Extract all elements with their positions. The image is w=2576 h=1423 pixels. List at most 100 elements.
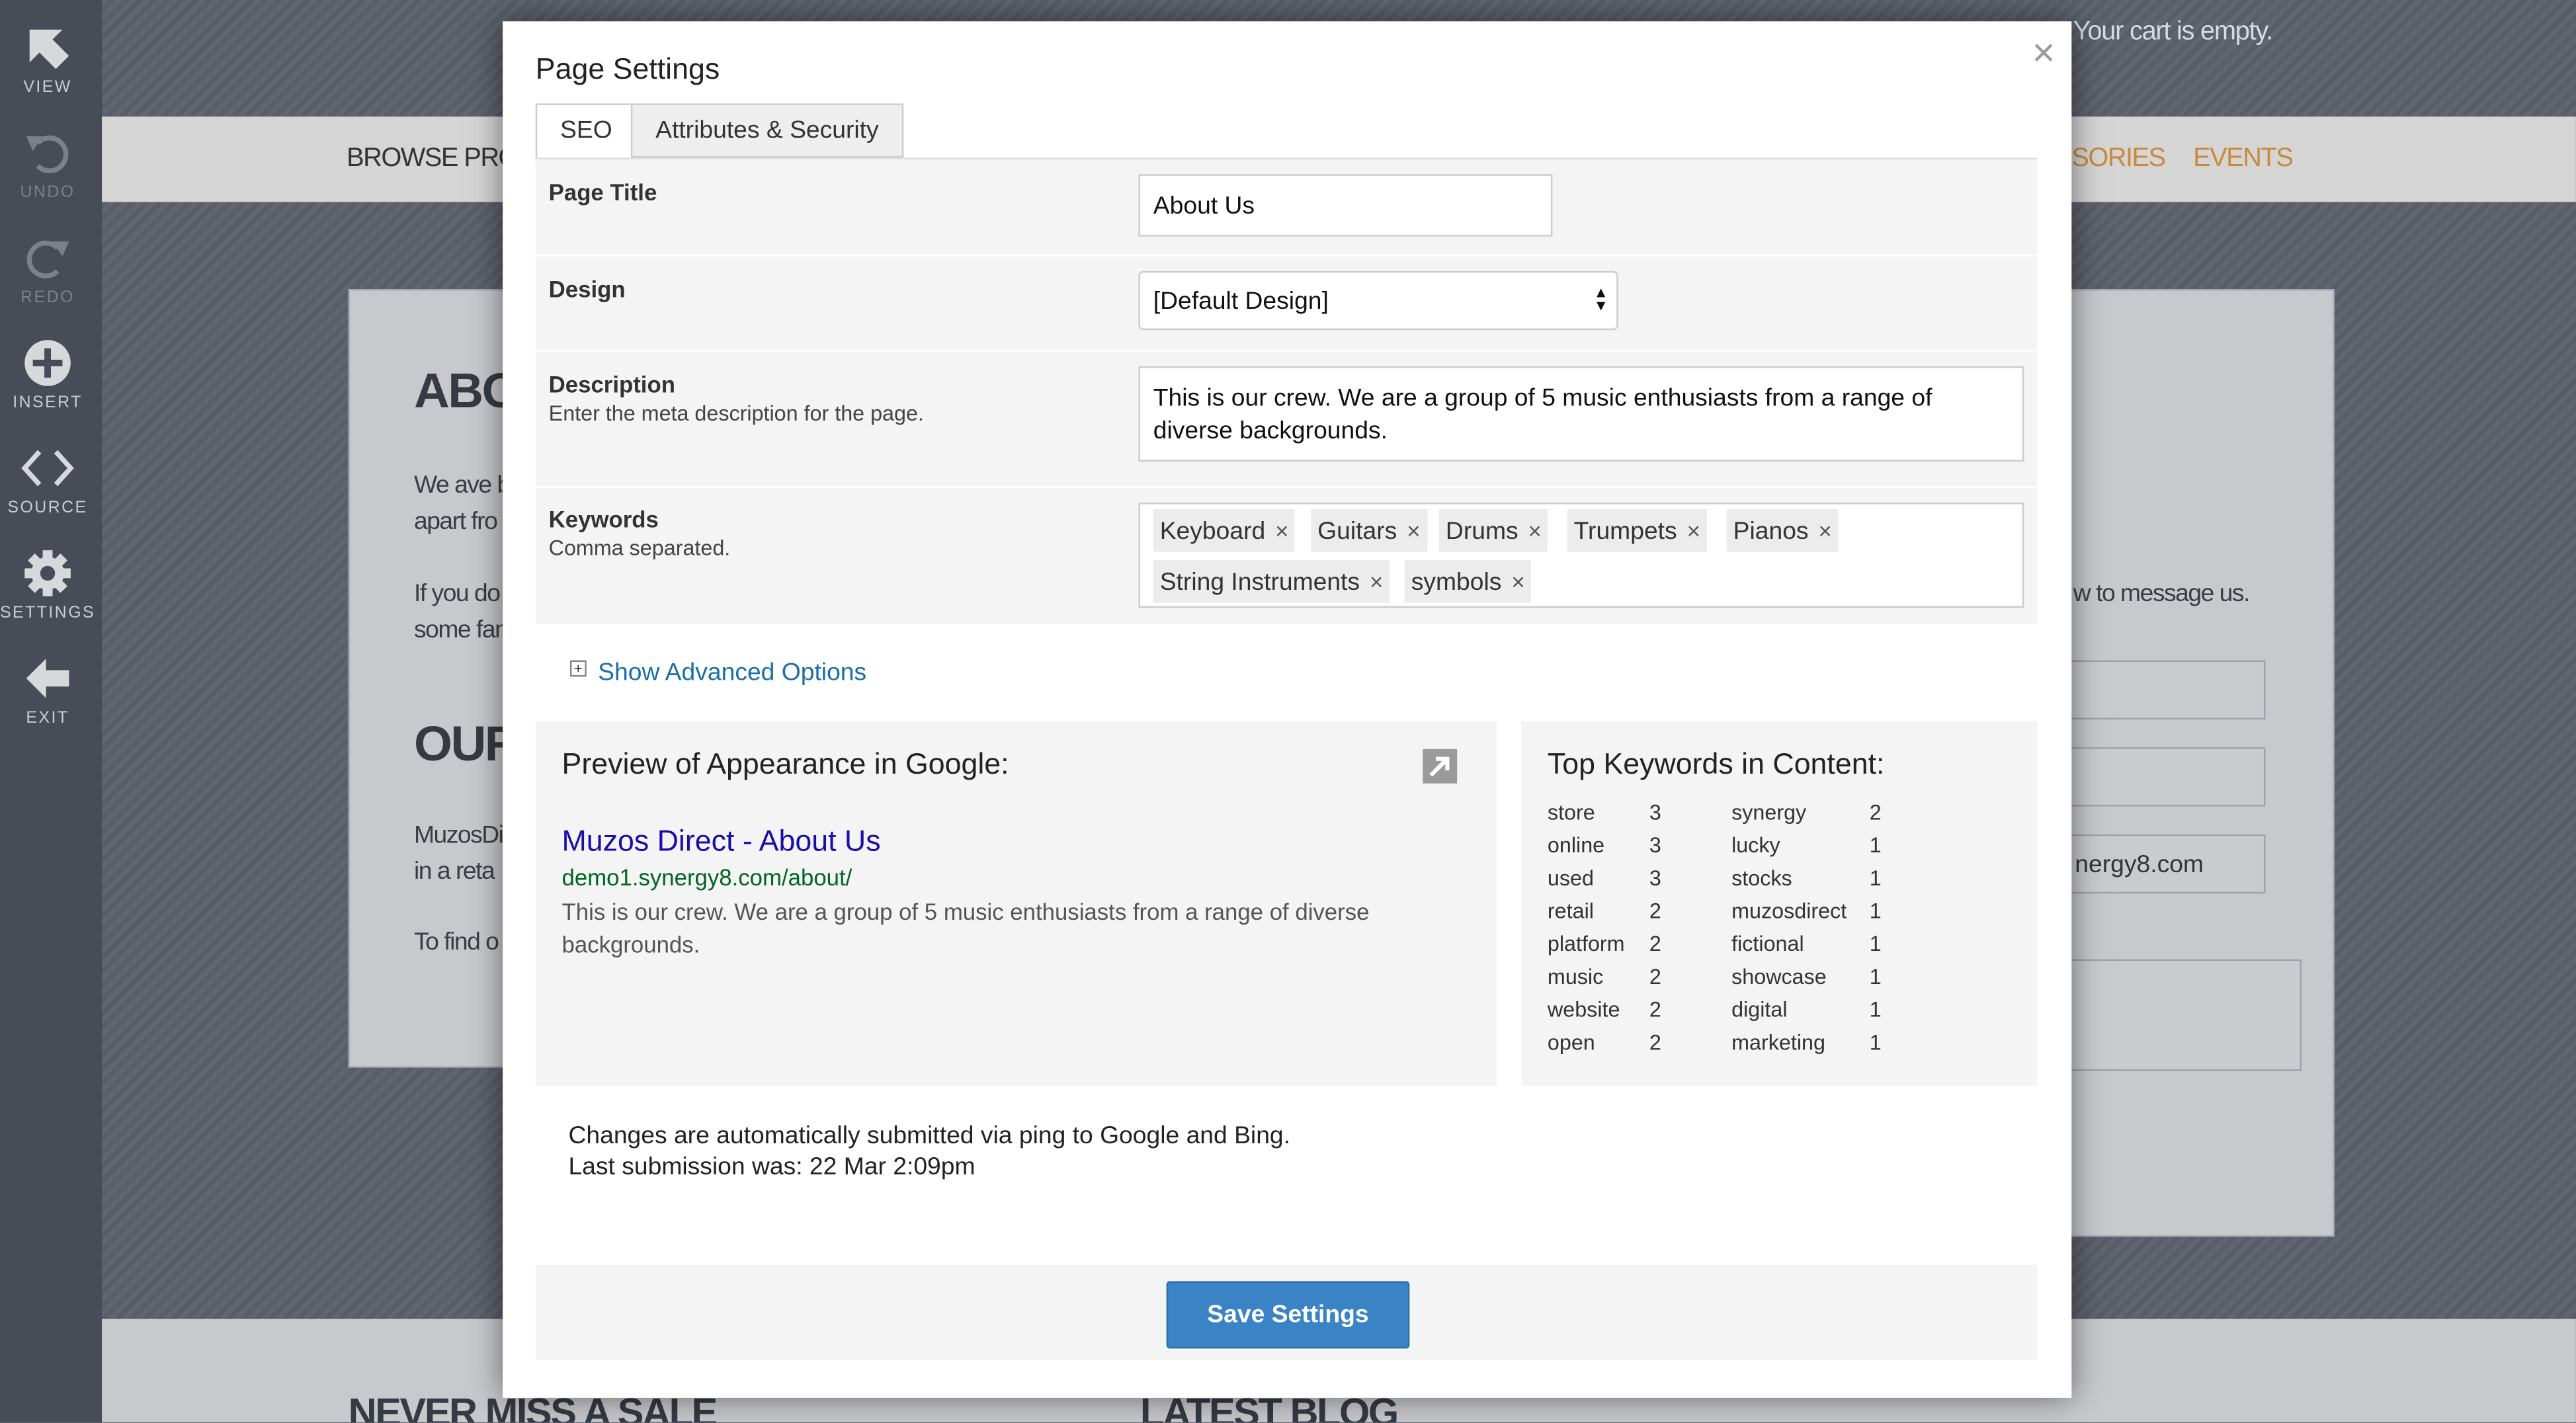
nav-item-accessories[interactable]: SORIES [2071,145,2166,175]
contact-input[interactable] [2066,660,2266,719]
keyword-name: music [1547,964,1604,989]
keyword-tag: Trumpets × [1567,509,1707,552]
seo-form: Page Title About Us Design [Default Desi… [535,157,2038,624]
dialog-footer: Save Settings [535,1264,2038,1360]
keyword-name: retail [1547,898,1594,924]
body-text: We ave b [413,471,511,500]
keyword-tag: symbols × [1404,560,1532,603]
sidebar-item-exit[interactable]: EXIT [0,654,95,727]
keyword-count: 1 [1869,866,1882,891]
tab-attributes-security[interactable]: Attributes & Security [630,103,903,158]
keyword-count: 1 [1869,996,1882,1022]
sidebar-item-view[interactable]: VIEW [0,23,95,97]
keyword-name: online [1547,833,1605,858]
dialog-title: Page Settings [535,52,720,86]
keyword-count: 2 [1869,799,1882,825]
description-hint: Enter the meta description for the page. [548,401,924,426]
remove-tag-icon[interactable]: × [1275,517,1288,544]
popout-icon[interactable] [1423,749,1458,784]
show-advanced-options-link[interactable]: Show Advanced Options [598,659,866,686]
keyword-count: 2 [1649,964,1661,989]
page-title-label: Page Title [548,179,657,206]
save-settings-button[interactable]: Save Settings [1166,1281,1410,1349]
remove-tag-icon[interactable]: × [1818,517,1831,544]
remove-tag-icon[interactable]: × [1687,517,1700,544]
keyword-name: digital [1731,996,1788,1022]
design-label: Design [548,276,626,303]
remove-tag-icon[interactable]: × [1528,517,1542,544]
keyword-name: lucky [1731,833,1780,858]
keyword-count: 1 [1869,931,1882,956]
redo-icon [26,240,69,279]
body-text: apart fro [413,507,498,536]
keyword-tag: Pianos × [1726,509,1839,552]
cart-status[interactable]: Your cart is empty. [2073,18,2273,48]
keywords-row: Keywords Comma separated. Keyboard × Guit… [536,486,2037,624]
keyword-count: 2 [1649,931,1661,956]
contact-input[interactable] [2066,747,2266,807]
keyword-name: marketing [1731,1030,1825,1055]
google-preview-panel: Preview of Appearance in Google: Muzos D… [535,721,1497,1086]
description-label: Description [548,371,675,398]
sidebar-item-redo[interactable]: REDO [0,233,95,307]
expand-icon[interactable]: + [569,660,587,677]
close-icon[interactable]: × [2032,31,2056,77]
code-icon [21,450,74,487]
sidebar-item-source[interactable]: SOURCE [0,444,95,517]
sidebar-item-undo[interactable]: UNDO [0,128,95,202]
design-select[interactable]: [Default Design] ▲ ▼ [1138,270,1618,331]
keyword-count: 3 [1649,833,1661,858]
nav-item-events[interactable]: EVENTS [2193,145,2294,175]
body-text: some fan [413,616,509,644]
keywords-tag-input[interactable]: Keyboard × Guitars × Drums × Trumpets × Pian… [1138,503,2024,608]
keyword-count: 1 [1869,964,1882,989]
tab-seo[interactable]: SEO [535,103,638,161]
keyword-count: 3 [1649,866,1661,891]
page-title-row: Page Title About Us [535,159,2038,257]
keyword-name: fictional [1731,931,1804,956]
arrow-up-left-icon [29,29,69,69]
gear-icon [24,550,71,596]
keyword-name: muzosdirect [1731,898,1847,924]
keyword-count: 3 [1649,799,1661,825]
keyword-count: 1 [1869,833,1882,858]
remove-tag-icon[interactable]: × [1370,568,1383,594]
keyword-name: open [1547,1030,1595,1055]
keyword-tag: Drums × [1438,509,1548,552]
preview-snippet: This is our crew. We are a group of 5 mu… [561,898,1370,958]
contact-text: w to message us. [2073,579,2251,608]
top-keywords-heading: Top Keywords in Content: [1547,747,1885,780]
keywords-hint: Comma separated. [548,535,731,561]
page-title-input[interactable]: About Us [1138,174,1553,237]
keyword-tag: String Instruments × [1153,560,1390,603]
description-row: Description Enter the meta description f… [535,350,2038,488]
arrow-left-icon [26,659,69,698]
keyword-name: used [1547,866,1594,891]
plus-circle-icon [24,340,71,386]
keyword-count: 2 [1649,898,1661,924]
design-row: Design [Default Design] ▲ ▼ [535,255,2038,352]
remove-tag-icon[interactable]: × [1511,568,1524,594]
body-text: If you do [413,579,501,608]
google-preview-heading: Preview of Appearance in Google: [561,747,1009,780]
keyword-name: stocks [1731,866,1792,891]
preview-url: demo1.synergy8.com/about/ [561,864,852,891]
sidebar-item-settings[interactable]: SETTINGS [0,549,95,622]
contact-email-input[interactable]: nergy8.com [2066,834,2266,894]
top-keywords-panel: Top Keywords in Content: store 3 online 3 us… [1521,721,2038,1086]
keyword-count: 1 [1869,898,1882,924]
editor-sidebar: VIEW UNDO REDO INSERT SOURCE SETTINGS EX… [0,0,103,1423]
select-arrows-icon: ▲ ▼ [1593,284,1608,314]
keyword-name: showcase [1731,964,1827,989]
keyword-name: store [1547,799,1595,825]
preview-title-link[interactable]: Muzos Direct - About Us [562,825,881,859]
body-text: in a reta [413,857,495,885]
keyword-name: platform [1547,931,1625,956]
keyword-tag: Keyboard × [1153,509,1296,552]
contact-message-input[interactable] [2066,959,2302,1071]
description-textarea[interactable]: This is our crew. We are a group of 5 mu… [1138,366,2024,462]
remove-tag-icon[interactable]: × [1407,517,1420,544]
keyword-count: 2 [1649,1030,1661,1055]
sidebar-item-insert[interactable]: INSERT [0,339,95,412]
page-settings-dialog: Page Settings × SEO Attributes & Securit… [503,21,2072,1398]
